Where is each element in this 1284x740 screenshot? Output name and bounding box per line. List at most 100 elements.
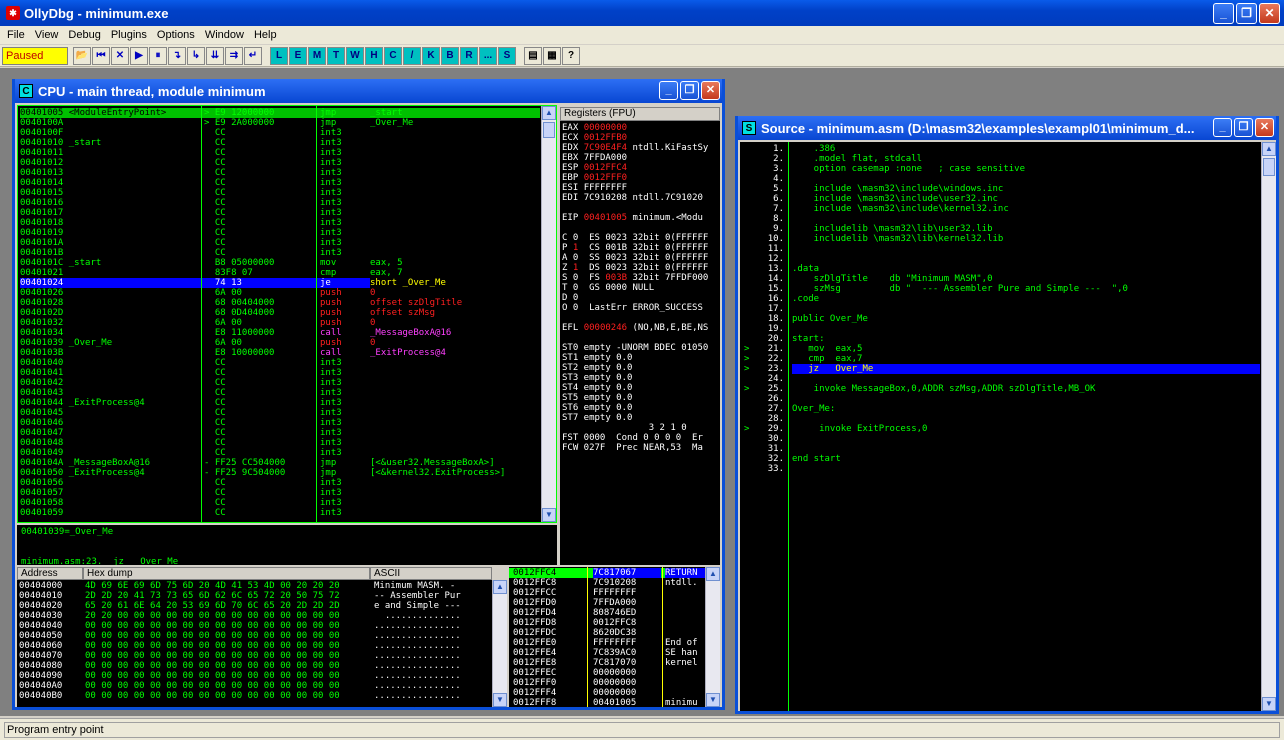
cpu-maximize-button[interactable]: ❐: [680, 81, 699, 100]
source-line[interactable]: 5. include \masm32\include\windows.inc: [740, 184, 1260, 194]
disasm-row[interactable]: 00401016 CC int3: [20, 198, 540, 208]
register-row[interactable]: EFL 00000246 (NO,NB,E,BE,NS: [562, 323, 708, 333]
source-line[interactable]: >23. jz Over_Me: [740, 364, 1260, 374]
toolbar-button-2[interactable]: ✕: [111, 46, 129, 65]
toolbar-button-3[interactable]: ▶: [130, 46, 148, 65]
source-line[interactable]: 24.: [740, 374, 1260, 384]
toolbar-tail-button-1[interactable]: ▦: [543, 46, 561, 65]
stack-scroll-down-icon[interactable]: ▼: [706, 693, 720, 707]
source-line[interactable]: 19.: [740, 324, 1260, 334]
disasm-row[interactable]: 00401041 CC int3: [20, 368, 540, 378]
source-line[interactable]: 1. .386: [740, 144, 1260, 154]
source-line[interactable]: 31.: [740, 444, 1260, 454]
register-row[interactable]: C 0 ES 0023 32bit 0(FFFFFF: [562, 233, 708, 243]
disasm-row[interactable]: 00401014 CC int3: [20, 178, 540, 188]
disasm-row[interactable]: 0040100F CC int3: [20, 128, 540, 138]
register-row[interactable]: ST3 empty 0.0: [562, 373, 708, 383]
toolbar-button-1[interactable]: ⏮: [92, 46, 110, 65]
source-line[interactable]: 16. .code: [740, 294, 1260, 304]
stack-row[interactable]: 0012FFE0 FFFFFFFF End of: [509, 638, 704, 648]
disasm-row[interactable]: 00401017 CC int3: [20, 208, 540, 218]
disasm-row[interactable]: 00401021 83F8 07 cmp eax, 7: [20, 268, 540, 278]
stack-scrollbar[interactable]: ▲ ▼: [705, 567, 720, 707]
stack-row[interactable]: 0012FFF8 00401005 minimu: [509, 698, 704, 707]
disasm-row[interactable]: 0040101B CC int3: [20, 248, 540, 258]
source-line[interactable]: >29. invoke ExitProcess,0: [740, 424, 1260, 434]
stack-row[interactable]: 0012FFDC 8620DC38: [509, 628, 704, 638]
register-row[interactable]: ST4 empty 0.0: [562, 383, 708, 393]
cpu-minimize-button[interactable]: _: [659, 81, 678, 100]
source-line[interactable]: 13. .data: [740, 264, 1260, 274]
stack-pane[interactable]: 0012FFC4 7C817067 RETURN 0012FFC8 7C910208 nt…: [509, 567, 720, 707]
stack-row[interactable]: 0012FFCC FFFFFFFF: [509, 588, 704, 598]
menu-file[interactable]: File: [2, 29, 30, 41]
cpu-close-button[interactable]: ✕: [701, 81, 720, 100]
dump-header-hex[interactable]: Hex dump: [83, 567, 370, 580]
disassembly-pane[interactable]: 00401005 <ModuleEntryPoint> > E9 12000000…: [17, 105, 557, 523]
source-line[interactable]: 26.: [740, 394, 1260, 404]
register-row[interactable]: ST0 empty -UNORM BDEC 01050: [562, 343, 708, 353]
stack-row[interactable]: 0012FFD8 0012FFC8: [509, 618, 704, 628]
source-line[interactable]: 4.: [740, 174, 1260, 184]
toolbar-button-6[interactable]: ↳: [187, 46, 205, 65]
toolbar-button-4[interactable]: ⏸: [149, 46, 167, 65]
stack-row[interactable]: 0012FFE8 7C817070 kernel: [509, 658, 704, 668]
source-line[interactable]: 28.: [740, 414, 1260, 424]
close-button[interactable]: ✕: [1259, 3, 1280, 24]
disasm-row[interactable]: 00401042 CC int3: [20, 378, 540, 388]
source-line[interactable]: 33.: [740, 464, 1260, 474]
disasm-row[interactable]: 0040101C _start B8 05000000 mov eax, 5: [20, 258, 540, 268]
toolbar-window-button-12[interactable]: S: [498, 46, 516, 65]
disasm-row[interactable]: 00401028 68 00404000 push offset szDlgTitl…: [20, 298, 540, 308]
registers-header[interactable]: Registers (FPU): [560, 107, 720, 121]
disasm-row[interactable]: 00401050 _ExitProcess@4 - FF25 9C504000 jm…: [20, 468, 540, 478]
register-row[interactable]: FST 0000 Cond 0 0 0 0 Er: [562, 433, 708, 443]
disasm-row[interactable]: 00401005 <ModuleEntryPoint> > E9 12000000…: [20, 108, 540, 118]
source-line[interactable]: 15. szMsg db " --- Assembler Pure and Si…: [740, 284, 1260, 294]
source-line[interactable]: 7. include \masm32\include\kernel32.inc: [740, 204, 1260, 214]
toolbar-tail-button-2[interactable]: ?: [562, 46, 580, 65]
register-row[interactable]: [562, 203, 708, 213]
source-minimize-button[interactable]: _: [1213, 118, 1232, 137]
source-line[interactable]: 3. option casemap :none ; case sensitive: [740, 164, 1260, 174]
disasm-row[interactable]: 00401019 CC int3: [20, 228, 540, 238]
stack-row[interactable]: 0012FFC4 7C817067 RETURN: [509, 568, 705, 578]
register-row[interactable]: ST6 empty 0.0: [562, 403, 708, 413]
registers-pane[interactable]: EAX 00000000 ECX 0012FFB0 EDX 7C90E4F4 ntd…: [560, 121, 720, 565]
register-row[interactable]: EBP 0012FFF0: [562, 173, 708, 183]
disasm-row[interactable]: 00401012 CC int3: [20, 158, 540, 168]
disasm-row[interactable]: 00401039 _Over_Me 6A 00 push 0: [20, 338, 540, 348]
toolbar-window-button-7[interactable]: /: [403, 46, 421, 65]
toolbar-button-9[interactable]: ↵: [244, 46, 262, 65]
source-maximize-button[interactable]: ❐: [1234, 118, 1253, 137]
disasm-row[interactable]: 00401056 CC int3: [20, 478, 540, 488]
source-close-button[interactable]: ✕: [1255, 118, 1274, 137]
register-row[interactable]: 3 2 1 0: [562, 423, 708, 433]
source-line[interactable]: 11.: [740, 244, 1260, 254]
disasm-row[interactable]: 00401010 _start CC int3: [20, 138, 540, 148]
source-line[interactable]: 27. Over_Me:: [740, 404, 1260, 414]
register-row[interactable]: ECX 0012FFB0: [562, 133, 708, 143]
source-line[interactable]: 18. public Over_Me: [740, 314, 1260, 324]
disasm-row[interactable]: 0040104A _MessageBoxA@16 - FF25 CC504000 j…: [20, 458, 540, 468]
register-row[interactable]: FCW 027F Prec NEAR,53 Ma: [562, 443, 708, 453]
source-line[interactable]: 10. includelib \masm32\lib\kernel32.lib: [740, 234, 1260, 244]
register-row[interactable]: T 0 GS 0000 NULL: [562, 283, 708, 293]
disasm-row[interactable]: 00401049 CC int3: [20, 448, 540, 458]
disasm-row[interactable]: 00401048 CC int3: [20, 438, 540, 448]
toolbar-window-button-3[interactable]: T: [327, 46, 345, 65]
disasm-row[interactable]: 0040103B E8 10000000 call _ExitProcess@4: [20, 348, 540, 358]
source-line[interactable]: >25. invoke MessageBox,0,ADDR szMsg,ADDR…: [740, 384, 1260, 394]
source-scrollbar[interactable]: ▲ ▼: [1261, 142, 1276, 711]
register-row[interactable]: ST2 empty 0.0: [562, 363, 708, 373]
register-row[interactable]: ST5 empty 0.0: [562, 393, 708, 403]
disasm-row[interactable]: 00401058 CC int3: [20, 498, 540, 508]
register-row[interactable]: A 0 SS 0023 32bit 0(FFFFFF: [562, 253, 708, 263]
register-row[interactable]: EDX 7C90E4F4 ntdll.KiFastSy: [562, 143, 708, 153]
toolbar-button-7[interactable]: ⇊: [206, 46, 224, 65]
toolbar-window-button-0[interactable]: L: [270, 46, 288, 65]
disasm-row[interactable]: 00401018 CC int3: [20, 218, 540, 228]
register-row[interactable]: EIP 00401005 minimum.<Modu: [562, 213, 708, 223]
menu-view[interactable]: View: [30, 29, 64, 41]
toolbar-window-button-1[interactable]: E: [289, 46, 307, 65]
